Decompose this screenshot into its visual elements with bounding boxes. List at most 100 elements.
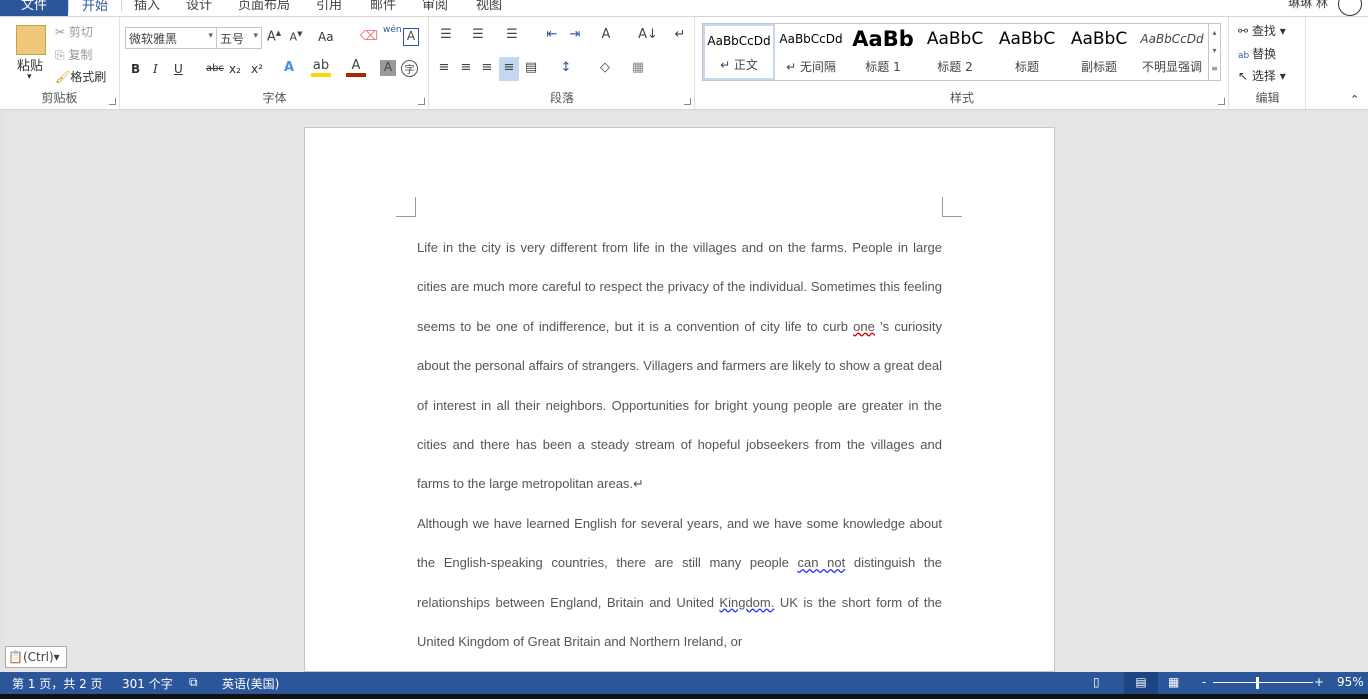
replace-icon: ab <box>1238 51 1253 61</box>
styles-label: 样式 <box>949 91 974 105</box>
style-name: 标题 <box>1014 60 1039 74</box>
shading-icon[interactable]: ◇ <box>595 60 615 75</box>
style-sample: AaBbCcDd <box>1140 32 1204 46</box>
format-painter-button[interactable]: 🖌格式刷 <box>55 68 106 85</box>
tab-view[interactable]: 视图 <box>476 0 502 13</box>
replace-button[interactable]: ab 替换 <box>1238 45 1276 62</box>
strikethrough-button[interactable]: abc <box>206 63 224 74</box>
paste-options-label: (Ctrl) <box>22 650 54 664</box>
binoculars-icon: ⚯ <box>1238 24 1252 38</box>
paste-icon[interactable] <box>16 25 46 55</box>
avatar[interactable] <box>1338 0 1362 16</box>
decrease-indent-icon[interactable]: ⇤ <box>542 27 562 42</box>
collapse-ribbon-icon[interactable]: ⌃ <box>1350 93 1359 106</box>
style-heading-2[interactable]: AaBbC 标题 2 <box>919 24 991 80</box>
style-title[interactable]: AaBbC 标题 <box>991 24 1063 80</box>
font-name-select[interactable]: 微软雅黑 <box>125 27 217 49</box>
style-name: 标题 1 <box>865 60 901 74</box>
font-size-select[interactable]: 五号 <box>216 27 262 49</box>
proofing-icon[interactable]: ⧉ <box>189 675 198 690</box>
show-marks-icon[interactable]: ↵ <box>670 27 690 42</box>
editing-label: 编辑 <box>1255 91 1280 105</box>
document-body[interactable]: Life in the city is very different from … <box>417 228 942 661</box>
style-subtle-emphasis[interactable]: AaBbCcDd 不明显强调 <box>1135 24 1209 80</box>
styles-launcher[interactable] <box>1218 98 1225 105</box>
tab-home[interactable]: 开始 <box>68 0 122 14</box>
user-name[interactable]: 琳琳 林 <box>1288 0 1328 11</box>
style-no-spacing[interactable]: AaBbCcDd ↵ 无间隔 <box>775 24 847 80</box>
tab-mailings[interactable]: 邮件 <box>370 0 396 13</box>
bullets-icon[interactable]: ☰ <box>436 27 456 42</box>
select-button[interactable]: ↖ 选择 ▾ <box>1238 67 1286 84</box>
word-count[interactable]: 301 个字 <box>122 675 173 692</box>
find-button[interactable]: ⚯ 查找 ▾ <box>1238 22 1286 39</box>
align-center-icon[interactable]: ≡ <box>456 60 476 75</box>
char-shading-icon[interactable]: A <box>380 60 396 76</box>
language[interactable]: 英语(美国) <box>222 675 279 692</box>
print-layout-icon[interactable]: ▤ <box>1124 672 1158 694</box>
align-right-icon[interactable]: ≡ <box>477 60 497 75</box>
styles-scroll[interactable]: ▴ ▾ ≡ <box>1208 24 1220 80</box>
sort-icon[interactable]: A↓ <box>638 27 658 42</box>
tab-review[interactable]: 审阅 <box>422 0 448 13</box>
phonetic-guide-icon[interactable]: wén <box>383 25 402 35</box>
bold-button[interactable]: B <box>131 62 140 76</box>
subscript-button[interactable]: x₂ <box>229 62 241 76</box>
text-effects-icon[interactable]: A <box>279 60 299 75</box>
enclose-char-icon[interactable]: 字 <box>401 60 418 77</box>
zoom-out-button[interactable]: - <box>1202 675 1206 689</box>
char-border-icon[interactable]: A <box>403 28 419 46</box>
font-launcher[interactable] <box>418 98 425 105</box>
copy-button[interactable]: ⎘ 复制 <box>55 46 92 63</box>
tab-file[interactable]: 文件 <box>0 0 68 16</box>
style-subtitle[interactable]: AaBbC 副标题 <box>1063 24 1135 80</box>
find-label: 查找 <box>1251 24 1276 38</box>
zoom-slider-thumb[interactable] <box>1256 677 1259 689</box>
tab-design[interactable]: 设计 <box>186 0 212 13</box>
read-mode-icon[interactable]: ▯ <box>1093 675 1100 689</box>
web-layout-icon[interactable]: ▦ <box>1168 675 1179 689</box>
superscript-button[interactable]: x² <box>251 62 263 76</box>
page-count[interactable]: 第 1 页，共 2 页 <box>12 675 103 692</box>
tab-references[interactable]: 引用 <box>316 0 342 13</box>
clear-format-icon[interactable]: ⌫ <box>359 29 379 44</box>
style-heading-1[interactable]: AaBb 标题 1 <box>847 24 919 80</box>
numbering-icon[interactable]: ☰ <box>468 27 488 42</box>
clipboard-icon: 📋 <box>8 650 23 664</box>
spelling-error: one <box>853 318 875 334</box>
tab-layout[interactable]: 页面布局 <box>238 0 290 13</box>
text-run: ’s curiosity about the personal affairs … <box>417 318 942 492</box>
zoom-in-button[interactable]: + <box>1314 675 1324 689</box>
paragraph-group: ☰ ☰ ☰ ⇤ ⇥ A A↓ ↵ ≡ ≡ ≡ ≡ ▤ ↕ ◇ ▦ 段落 <box>430 17 695 109</box>
clipboard-label: 剪贴板 <box>41 91 78 105</box>
paste-dropdown-icon[interactable]: ▾ <box>27 72 32 82</box>
zoom-level[interactable]: 95% <box>1337 675 1364 689</box>
increase-indent-icon[interactable]: ⇥ <box>565 27 585 42</box>
style-sample: AaBbCcDd <box>707 34 771 48</box>
align-left-icon[interactable]: ≡ <box>434 60 454 75</box>
distributed-icon[interactable]: ▤ <box>521 60 541 75</box>
font-group: 微软雅黑 五号 A▲ A▼ Aa ⌫ wén A B I U abc x₂ x²… <box>121 17 429 109</box>
asian-layout-icon[interactable]: A <box>596 27 616 42</box>
style-normal[interactable]: AaBbCcDd ↵ 正文 <box>703 24 775 80</box>
italic-button[interactable]: I <box>153 62 158 76</box>
change-case-button[interactable]: Aa <box>318 30 334 44</box>
tab-insert[interactable]: 插入 <box>134 0 160 13</box>
shrink-font-icon[interactable]: A▼ <box>286 30 306 44</box>
paste-options-button[interactable]: 📋(Ctrl)▾ <box>5 646 67 668</box>
paragraph-launcher[interactable] <box>684 98 691 105</box>
clipboard-launcher[interactable] <box>109 98 116 105</box>
highlight-icon[interactable]: ab <box>311 58 331 77</box>
zoom-slider[interactable] <box>1213 682 1313 683</box>
justify-icon[interactable]: ≡ <box>499 57 519 81</box>
grow-font-icon[interactable]: A▲ <box>264 29 284 44</box>
underline-button[interactable]: U <box>174 62 183 76</box>
borders-icon[interactable]: ▦ <box>628 60 648 75</box>
font-color-icon[interactable]: A <box>346 58 366 77</box>
taskbar-edge <box>0 694 1368 699</box>
multilevel-list-icon[interactable]: ☰ <box>502 27 522 42</box>
cut-button[interactable]: ✂ 剪切 <box>55 23 93 40</box>
paragraph-label: 段落 <box>549 91 574 105</box>
line-spacing-icon[interactable]: ↕ <box>556 60 576 75</box>
style-name: ↵ 无间隔 <box>786 60 836 74</box>
